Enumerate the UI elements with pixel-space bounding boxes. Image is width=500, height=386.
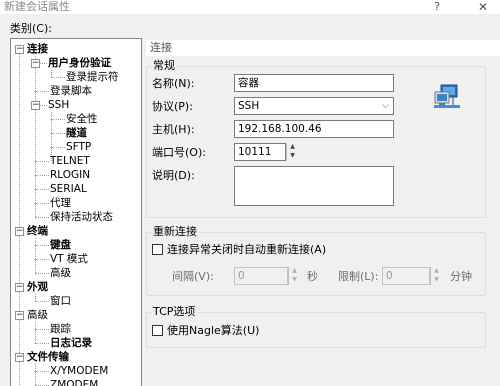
reconnect-group (146, 232, 486, 296)
chevron-down-icon: ⌵ (382, 101, 389, 111)
tree-item-authentication[interactable]: 用户身份验证 (48, 56, 111, 70)
protocol-label: 协议(P): (152, 100, 193, 113)
close-button[interactable]: ✕ (475, 0, 491, 14)
protocol-value: SSH (238, 100, 260, 112)
tree-item-keyboard[interactable]: 键盘 (50, 238, 71, 252)
tree-item-terminal-advanced[interactable]: 高级 (50, 266, 71, 280)
spin-down-icon[interactable]: ▼ (287, 152, 298, 161)
description-label: 说明(D): (152, 169, 195, 182)
host-field[interactable]: 192.168.100.46 (234, 120, 394, 138)
tree-item-ssh[interactable]: SSH (48, 98, 69, 112)
tree-item-trace[interactable]: 跟踪 (50, 322, 71, 336)
tree-item-telnet[interactable]: TELNET (50, 154, 90, 168)
general-group-title: 常规 (151, 59, 177, 72)
spin-down-icon[interactable]: ▼ (431, 276, 442, 285)
tree-item-security[interactable]: 安全性 (66, 112, 98, 126)
interval-field[interactable]: 0 (234, 267, 288, 285)
spin-down-icon[interactable]: ▼ (289, 276, 300, 285)
tree-item-logging[interactable]: 日志记录 (50, 336, 92, 350)
tree-item-xymodem[interactable]: X/YMODEM (50, 364, 108, 378)
collapse-icon[interactable]: − (15, 45, 24, 54)
category-tree[interactable]: − − − − − − − 连接 用户身份验证 登录提示符 登录脚本 SSH 安… (10, 38, 142, 386)
limit-label: 限制(L): (338, 270, 379, 283)
protocol-select[interactable]: SSH ⌵ (234, 97, 394, 115)
collapse-icon[interactable]: − (31, 101, 40, 110)
help-button[interactable]: ? (430, 0, 444, 14)
limit-stepper[interactable]: ▲ ▼ (430, 267, 442, 285)
reconnect-group-title: 重新连接 (151, 225, 199, 238)
tree-item-appearance[interactable]: 外观 (27, 280, 48, 294)
tree-item-advanced[interactable]: 高级 (27, 308, 48, 322)
name-field[interactable]: 容器 (234, 74, 394, 92)
interval-unit: 秒 (307, 270, 318, 283)
title-bar (0, 0, 500, 14)
tree-item-login-prompts[interactable]: 登录提示符 (66, 70, 119, 84)
collapse-icon[interactable]: − (15, 283, 24, 292)
tcp-group-title: TCP选项 (151, 305, 198, 318)
tree-item-proxy[interactable]: 代理 (50, 196, 71, 210)
tree-item-rlogin[interactable]: RLOGIN (50, 168, 90, 182)
collapse-icon[interactable]: − (15, 227, 24, 236)
tree-item-terminal[interactable]: 终端 (27, 224, 48, 238)
limit-unit: 分钟 (450, 270, 472, 283)
spin-up-icon[interactable]: ▲ (287, 143, 298, 152)
tree-item-login-scripts[interactable]: 登录脚本 (50, 84, 92, 98)
tree-item-connection[interactable]: 连接 (27, 42, 48, 56)
host-label: 主机(H): (152, 123, 195, 136)
tree-item-tunneling[interactable]: 隧道 (66, 126, 87, 140)
tree-item-sftp[interactable]: SFTP (66, 140, 91, 154)
port-stepper[interactable]: ▲ ▼ (286, 143, 298, 161)
description-field[interactable] (234, 166, 394, 206)
collapse-icon[interactable]: − (31, 59, 40, 68)
limit-field[interactable]: 0 (382, 267, 430, 285)
nagle-label[interactable]: 使用Nagle算法(U) (167, 324, 259, 337)
tree-item-vt-modes[interactable]: VT 模式 (50, 252, 88, 266)
panel-header (146, 40, 500, 56)
tree-item-file-transfer[interactable]: 文件传输 (27, 350, 69, 364)
nagle-checkbox[interactable] (152, 325, 163, 336)
interval-label: 间隔(V): (172, 270, 214, 283)
tree-item-keep-alive[interactable]: 保持活动状态 (50, 210, 113, 224)
network-computers-icon (434, 84, 460, 108)
spin-up-icon[interactable]: ▲ (289, 267, 300, 276)
category-label: 类别(C): (10, 22, 52, 35)
auto-reconnect-label[interactable]: 连接异常关闭时自动重新连接(A) (167, 243, 326, 256)
tree-item-window[interactable]: 窗口 (50, 294, 71, 308)
tree-item-zmodem[interactable]: ZMODEM (50, 378, 98, 386)
interval-stepper[interactable]: ▲ ▼ (288, 267, 300, 285)
auto-reconnect-checkbox[interactable] (152, 244, 163, 255)
name-label: 名称(N): (152, 77, 195, 90)
page-title: 连接 (150, 41, 172, 54)
port-label: 端口号(O): (152, 146, 206, 159)
window-title: 新建会话属性 (4, 0, 70, 13)
spin-up-icon[interactable]: ▲ (431, 267, 442, 276)
collapse-icon[interactable]: − (15, 353, 24, 362)
collapse-icon[interactable]: − (15, 311, 24, 320)
tree-item-serial[interactable]: SERIAL (50, 182, 87, 196)
port-field[interactable]: 10111 (234, 143, 286, 161)
